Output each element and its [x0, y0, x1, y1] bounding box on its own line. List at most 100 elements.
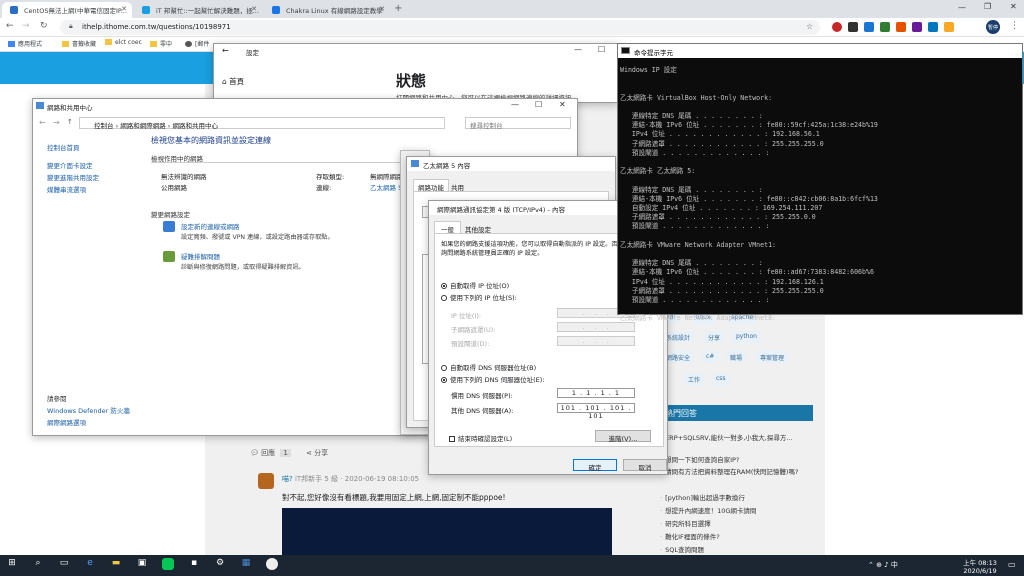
- settings-home[interactable]: ⌂ 首頁: [222, 76, 244, 87]
- edge-icon[interactable]: e: [84, 558, 96, 570]
- validate-checkbox[interactable]: 結束時確認設定(L): [449, 433, 512, 443]
- hot-question-link[interactable]: 想提升內網速度！10G網卡請問: [660, 505, 756, 515]
- troubleshoot-link[interactable]: 疑難排解問題: [181, 251, 220, 261]
- minimize-icon[interactable]: —: [511, 100, 519, 109]
- back-icon[interactable]: ←: [222, 46, 229, 55]
- alternate-dns-field[interactable]: 101 . 101 . 101 . 101: [557, 403, 635, 420]
- window-minimize-icon[interactable]: —: [958, 3, 966, 12]
- sidebar-link-sharing[interactable]: 變更進階共用設定: [47, 172, 99, 182]
- settings-gear-icon[interactable]: ⚙: [214, 558, 226, 570]
- hot-question-link[interactable]: SQL查詢問題: [660, 544, 704, 554]
- extension-icon[interactable]: [944, 22, 954, 32]
- hot-question-link[interactable]: 難化IF裡面的條件?: [660, 531, 720, 541]
- new-tab-icon[interactable]: +: [394, 3, 402, 14]
- manual-ip-radio[interactable]: 使用下列的 IP 位址(S):: [441, 292, 517, 302]
- sidebar-link-home[interactable]: 控制台首頁: [47, 142, 80, 152]
- link-internet-options[interactable]: 網際網路選項: [47, 417, 86, 427]
- tag[interactable]: 分享: [704, 331, 725, 343]
- tag[interactable]: 專案管理: [756, 351, 789, 363]
- line-app-icon[interactable]: [162, 558, 174, 570]
- bookmark-apps[interactable]: 應用程式: [8, 39, 42, 48]
- subnet-mask-field[interactable]: . . .: [557, 322, 635, 332]
- search-control-panel[interactable]: 搜尋控制台: [465, 117, 571, 130]
- up-icon[interactable]: ↑: [67, 118, 73, 126]
- tag[interactable]: css: [712, 373, 730, 385]
- back-icon[interactable]: ←: [6, 21, 14, 31]
- menu-icon[interactable]: ⋮: [1010, 21, 1019, 31]
- bookmark-star-icon[interactable]: ☆: [806, 22, 813, 31]
- close-icon[interactable]: ✕: [559, 100, 566, 109]
- forward-icon[interactable]: →: [53, 118, 60, 127]
- search-icon[interactable]: ⌕: [32, 558, 44, 570]
- cmd-taskbar-icon[interactable]: ▪: [188, 558, 200, 570]
- sidebar-link-streaming[interactable]: 媒體串流選項: [47, 184, 86, 194]
- forward-icon[interactable]: →: [22, 21, 30, 31]
- browser-tab-1[interactable]: CentOS無法上網(中華電信固定IP... ✕: [2, 2, 132, 18]
- network-center-icon[interactable]: ▦: [240, 558, 252, 570]
- bookmark-folder[interactable]: 書籤收藏: [62, 39, 96, 48]
- connection-link[interactable]: 乙太網路 5: [370, 182, 402, 192]
- gateway-field[interactable]: . . .: [557, 336, 635, 346]
- commenter-name[interactable]: 喵?: [282, 475, 293, 483]
- store-icon[interactable]: ▣: [136, 558, 148, 570]
- extension-icon[interactable]: [848, 22, 858, 32]
- window-close-icon[interactable]: ✕: [1010, 2, 1017, 11]
- system-tray-icons[interactable]: ⌃ ⊕ ♪ 中: [868, 560, 898, 570]
- tag[interactable]: c#: [702, 351, 719, 363]
- clock[interactable]: 上午 08:13 2020/6/19: [960, 557, 1000, 575]
- hot-question-link[interactable]: 請問有方法把資料整理在RAM(快閃記憶體)嗎?: [660, 466, 810, 476]
- auto-ip-radio[interactable]: 自動取得 IP 位址(O): [441, 280, 509, 290]
- breadcrumb[interactable]: 控制台 › 網路和網際網路 › 網路和共用中心: [79, 117, 445, 130]
- start-windows-icon[interactable]: ⊞: [6, 558, 18, 570]
- file-explorer-icon[interactable]: ▬: [110, 558, 122, 570]
- bookmark-link[interactable]: [郵件: [185, 39, 209, 48]
- task-view-icon[interactable]: ▭: [58, 558, 70, 570]
- tag[interactable]: 職場: [726, 351, 747, 363]
- extension-icon[interactable]: [832, 22, 842, 32]
- close-tab-icon[interactable]: ✕: [121, 5, 127, 13]
- url-text: ithelp.ithome.com.tw/questions/10198971: [82, 23, 231, 31]
- profile-avatar[interactable]: 暫停: [986, 20, 1000, 34]
- cancel-button[interactable]: 取消: [623, 459, 667, 472]
- hot-question-link[interactable]: [python]輸出超過字數換行: [660, 492, 745, 502]
- network-type[interactable]: 公用網路: [161, 182, 187, 192]
- browser-tab-2[interactable]: iT 邦幫忙::一起幫忙解決難題，拯... ✕: [134, 2, 262, 18]
- minimize-icon[interactable]: —: [574, 45, 582, 54]
- setup-connection-link[interactable]: 設定新的連線或網路: [181, 221, 240, 231]
- close-tab-icon[interactable]: ✕: [379, 5, 385, 13]
- comment-screenshot-image[interactable]: [282, 508, 612, 555]
- browser-tab-3[interactable]: Chakra Linux 有線網路設定教學 ✕: [264, 2, 390, 18]
- back-icon[interactable]: ←: [39, 118, 46, 127]
- extension-icon[interactable]: [880, 22, 890, 32]
- reply-action[interactable]: 💬︎ 回應 1: [250, 448, 291, 458]
- bookmark-folder[interactable]: 零中: [150, 39, 172, 48]
- extension-icon[interactable]: [928, 22, 938, 32]
- advanced-button[interactable]: 進階(V)...: [595, 430, 651, 443]
- preferred-dns-field[interactable]: 1 . 1 . 1 . 1: [557, 388, 635, 398]
- sidebar-link-adapter[interactable]: 變更介面卡設定: [47, 160, 93, 170]
- hot-question-link[interactable]: 想問一下如何查詢自家IP?: [660, 454, 739, 464]
- reload-icon[interactable]: ↻: [40, 21, 48, 31]
- address-bar[interactable]: 🔒︎ ithelp.ithome.com.tw/questions/101989…: [60, 20, 820, 35]
- close-tab-icon[interactable]: ✕: [251, 5, 257, 13]
- hot-question-link[interactable]: ERP+SQLSRV,能伙一對多,小我大,探尋方...: [660, 432, 810, 442]
- share-action[interactable]: ⋖ 分享: [306, 448, 328, 458]
- cmd-output[interactable]: Windows IP 設定 乙太網路卡 VirtualBox Host-Only …: [618, 58, 1024, 322]
- tag[interactable]: 工作: [684, 373, 705, 385]
- extension-icon[interactable]: [896, 22, 906, 32]
- extension-icon[interactable]: [912, 22, 922, 32]
- maximize-icon[interactable]: ☐: [598, 45, 605, 54]
- extension-icon[interactable]: [864, 22, 874, 32]
- window-maximize-icon[interactable]: ❐: [984, 2, 991, 11]
- tag[interactable]: python: [732, 331, 761, 343]
- bookmark-folder[interactable]: elct coec: [105, 39, 142, 46]
- notification-icon[interactable]: ▭: [1008, 560, 1016, 569]
- commenter-avatar[interactable]: [258, 473, 274, 489]
- manual-dns-radio[interactable]: 使用下列的 DNS 伺服器位址(E):: [441, 374, 545, 384]
- auto-dns-radio[interactable]: 自動取得 DNS 伺服器位址(B): [441, 362, 536, 372]
- chrome-icon[interactable]: [266, 558, 278, 570]
- hot-question-link[interactable]: 研究所科目選擇: [660, 518, 711, 528]
- link-firewall[interactable]: Windows Defender 防火牆: [47, 405, 130, 415]
- ok-button[interactable]: 確定: [573, 459, 617, 472]
- maximize-icon[interactable]: ☐: [535, 100, 542, 109]
